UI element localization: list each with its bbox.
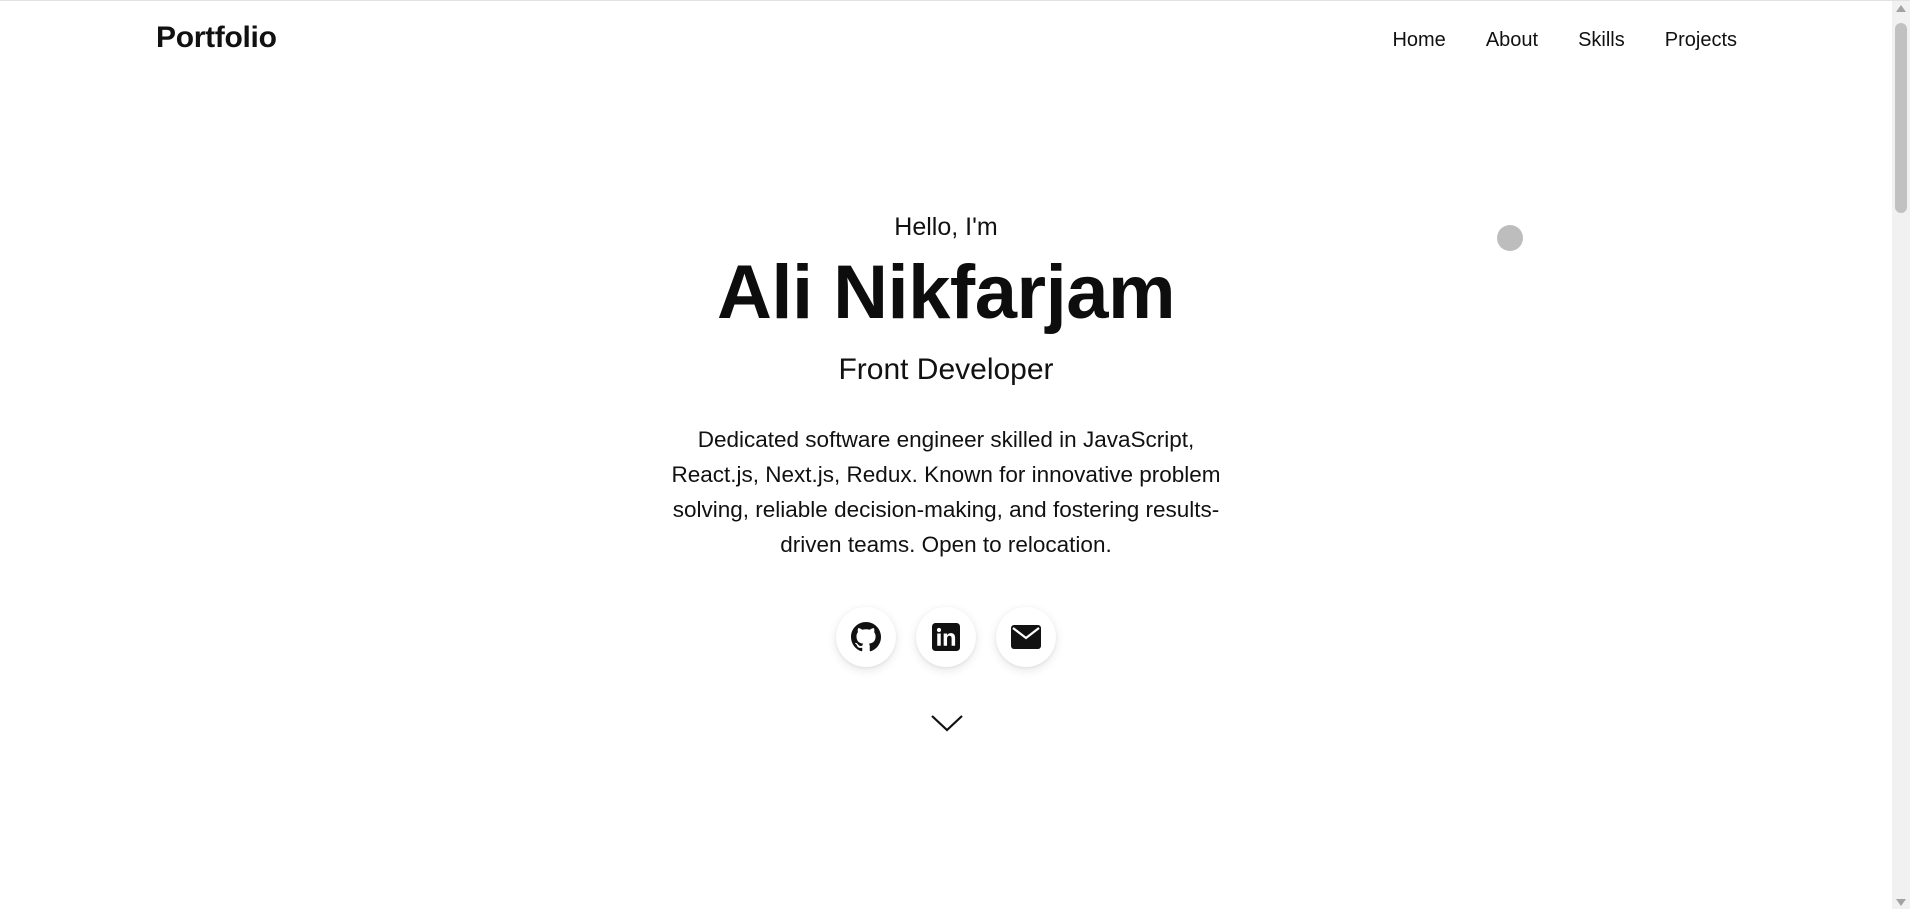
hero-greeting: Hello, I'm: [894, 213, 998, 241]
linkedin-button[interactable]: [916, 607, 976, 667]
social-links: [0, 607, 1892, 667]
linkedin-icon: [932, 623, 960, 651]
scroll-down-button[interactable]: [931, 711, 963, 735]
vertical-scrollbar[interactable]: [1892, 1, 1910, 909]
scroll-down-arrow-icon[interactable]: [1896, 899, 1906, 906]
email-button[interactable]: [996, 607, 1056, 667]
hero-section: Hello, I'm Ali Nikfarjam Front Developer…: [0, 1, 1892, 909]
chevron-down-icon: [931, 715, 963, 732]
scrollbar-thumb[interactable]: [1895, 23, 1907, 213]
cursor-follower-dot: [1497, 225, 1523, 251]
github-button[interactable]: [836, 607, 896, 667]
hero-role: Front Developer: [838, 353, 1054, 386]
page: Portfolio Home About Skills Projects Hel…: [0, 0, 1910, 909]
hero-bio: Dedicated software engineer skilled in J…: [671, 427, 1221, 557]
hero-name: Ali Nikfarjam: [716, 250, 1176, 335]
email-icon: [1011, 625, 1041, 649]
github-icon: [851, 622, 881, 652]
scroll-up-arrow-icon[interactable]: [1896, 5, 1906, 12]
